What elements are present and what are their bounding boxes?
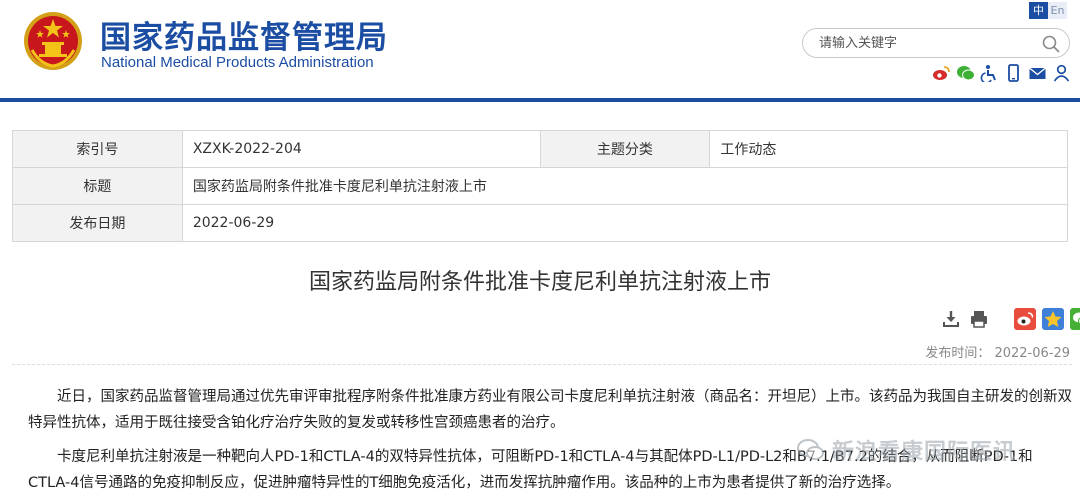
weibo-icon[interactable] <box>932 64 951 82</box>
watermark: 新浪看康国际医讯 <box>796 434 1016 466</box>
watermark-text: 新浪看康国际医讯 <box>832 440 1017 465</box>
accessibility-icon[interactable] <box>980 64 999 84</box>
user-icon[interactable] <box>1052 64 1071 82</box>
info-row-index: 索引号 XZXK-2022-204 主题分类 工作动态 <box>12 130 1068 168</box>
download-icon[interactable] <box>940 308 962 330</box>
index-value: XZXK-2022-204 <box>181 130 541 168</box>
search-box <box>802 28 1070 58</box>
lang-cn-button[interactable]: 中 <box>1029 2 1048 19</box>
wechat-icon[interactable] <box>956 64 975 82</box>
category-label: 主题分类 <box>539 130 711 168</box>
search-input[interactable] <box>819 33 1039 53</box>
site-header: 国家药品监督管理局 National Medical Products Admi… <box>0 0 1080 100</box>
publish-time-label: 发布时间： <box>925 346 991 361</box>
language-switch: 中 En <box>1029 2 1067 19</box>
article-paragraph-1: 近日，国家药品监督管理局通过优先审评审批程序附条件批准康方药业有限公司卡度尼利单… <box>28 389 1072 431</box>
index-label: 索引号 <box>12 130 183 168</box>
title-value: 国家药监局附条件批准卡度尼利单抗注射液上市 <box>181 167 1069 205</box>
weibo-share-icon[interactable] <box>1014 308 1036 330</box>
site-name-en[interactable]: National Medical Products Administration <box>101 54 374 71</box>
print-icon[interactable] <box>968 308 990 330</box>
mobile-icon[interactable] <box>1004 64 1023 82</box>
national-emblem-logo[interactable] <box>22 10 84 72</box>
date-label: 发布日期 <box>12 204 183 242</box>
document-info-table: 索引号 XZXK-2022-204 主题分类 工作动态 标题 国家药监局附条件批… <box>12 130 1069 242</box>
article-title: 国家药监局附条件批准卡度尼利单抗注射液上市 <box>308 270 771 295</box>
quick-links <box>932 64 1071 84</box>
date-value: 2022-06-29 <box>181 204 1069 242</box>
wechat-share-icon[interactable] <box>1070 308 1080 330</box>
publish-time-value: 2022-06-29 <box>994 346 1070 361</box>
mail-icon[interactable] <box>1028 64 1047 82</box>
publish-time: 发布时间： 2022-06-29 <box>925 342 1070 361</box>
search-icon[interactable] <box>1041 34 1061 54</box>
info-row-title: 标题 国家药监局附条件批准卡度尼利单抗注射液上市 <box>12 167 1069 205</box>
info-row-date: 发布日期 2022-06-29 <box>12 204 1069 242</box>
wechat-watermark-icon <box>797 439 824 460</box>
article-divider <box>12 364 1072 365</box>
lang-en-button[interactable]: En <box>1048 2 1067 19</box>
qzone-share-icon[interactable] <box>1042 308 1064 330</box>
category-value: 工作动态 <box>709 130 1068 168</box>
title-label: 标题 <box>12 167 183 205</box>
header-divider <box>0 98 1080 102</box>
article-toolbar <box>940 308 1080 330</box>
site-name-cn[interactable]: 国家药品监督管理局 <box>100 12 388 57</box>
